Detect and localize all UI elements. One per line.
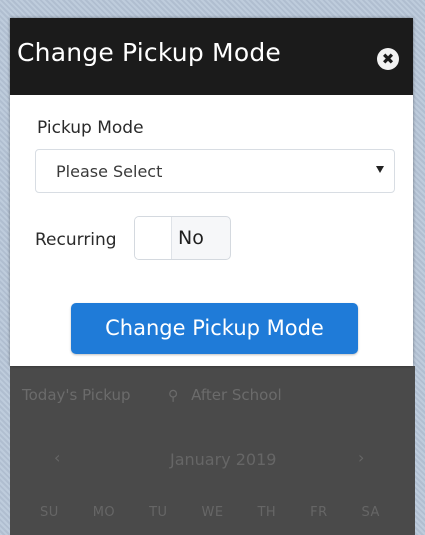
- calendar-header: ‹ January 2019 ›: [20, 448, 390, 478]
- caret-down-icon: [376, 166, 384, 173]
- todays-pickup-row: Today's Pickup ⚲ After School: [22, 386, 282, 404]
- dialog-title: Change Pickup Mode: [17, 38, 281, 67]
- weekday-label: FR: [310, 505, 328, 520]
- prev-month-icon[interactable]: ‹: [54, 448, 60, 467]
- calendar-weekdays: SU MO TU WE TH FR SA: [40, 505, 380, 520]
- next-month-icon[interactable]: ›: [358, 448, 364, 467]
- recurring-label: Recurring: [35, 230, 117, 250]
- pickup-mode-selected-value: Please Select: [56, 162, 163, 181]
- todays-pickup-label: Today's Pickup: [22, 386, 131, 404]
- weekday-label: WE: [201, 505, 224, 520]
- weekday-label: TU: [149, 505, 168, 520]
- pickup-type-label: After School: [191, 386, 282, 404]
- location-pin-icon: ⚲: [168, 388, 179, 404]
- pickup-mode-label: Pickup Mode: [37, 118, 144, 138]
- dialog-header: Change Pickup Mode ✖: [10, 18, 413, 95]
- weekday-label: SU: [40, 505, 59, 520]
- recurring-toggle-state: No: [178, 227, 204, 249]
- pickup-mode-select[interactable]: Please Select: [35, 149, 395, 193]
- change-pickup-mode-button[interactable]: Change Pickup Mode: [71, 303, 358, 354]
- weekday-label: TH: [257, 505, 277, 520]
- weekday-label: SA: [361, 505, 380, 520]
- close-icon[interactable]: ✖: [377, 48, 399, 70]
- recurring-toggle[interactable]: No: [134, 216, 231, 260]
- change-pickup-mode-dialog: Change Pickup Mode ✖ Pickup Mode Please …: [10, 18, 413, 366]
- weekday-label: MO: [92, 505, 116, 520]
- calendar-month-label: January 2019: [170, 450, 277, 469]
- toggle-knob: [135, 217, 172, 259]
